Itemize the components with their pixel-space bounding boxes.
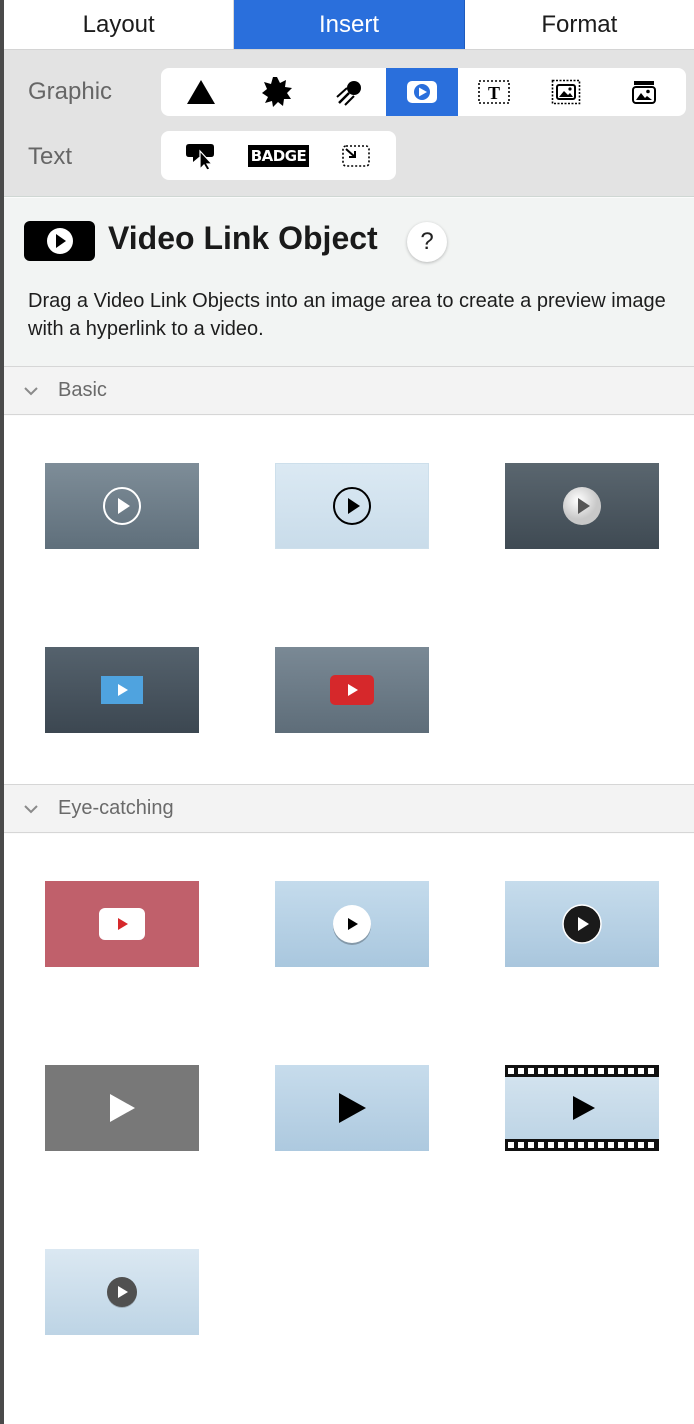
object-description: Drag a Video Link Objects into an image … [28,290,666,340]
comet-icon[interactable] [313,68,386,116]
basic-thumbnail-grid [4,416,694,784]
triangle-shape-icon[interactable] [161,68,241,116]
tab-format[interactable]: Format [465,0,694,49]
tab-insert[interactable]: Insert [234,0,465,49]
video-thumb-eye-4[interactable] [45,1065,199,1151]
section-title-eye-catching: Eye-catching [58,797,174,819]
speech-bubble-cursor-icon[interactable] [161,131,241,180]
insert-panel: Layout Insert Format Graphic T Text BADG… [0,0,694,1424]
video-thumb-eye-5[interactable] [275,1065,429,1151]
svg-text:T: T [488,83,500,103]
badge-icon[interactable]: BADGE [241,131,316,180]
text-segmented-control: BADGE [161,131,396,180]
dotted-resize-icon[interactable] [316,131,396,180]
object-header: Video Link Object ? Drag a Video Link Ob… [4,198,694,366]
chevron-down-icon [24,387,38,396]
tab-layout[interactable]: Layout [4,0,235,49]
text-box-icon[interactable]: T [458,68,530,116]
section-title-basic: Basic [58,379,107,401]
video-thumb-basic-5[interactable] [275,647,429,733]
help-button[interactable]: ? [407,222,447,262]
video-thumb-eye-2[interactable] [275,881,429,967]
video-link-icon[interactable] [386,68,458,116]
eye-catching-thumbnail-grid [4,834,694,1424]
video-thumb-basic-1[interactable] [45,463,199,549]
video-thumb-eye-1[interactable] [45,881,199,967]
text-row-label: Text [28,143,73,170]
video-thumb-eye-7[interactable] [45,1249,199,1335]
chevron-down-icon [24,805,38,814]
page-title: Video Link Object [108,220,378,256]
starburst-icon[interactable] [241,68,313,116]
graphic-segmented-control: T [161,68,686,116]
graphic-row-label: Graphic [28,78,113,105]
image-frame-icon[interactable] [530,68,602,116]
badge-label: BADGE [247,144,310,167]
insert-toolbar: Graphic T Text BADGE [4,50,694,197]
section-header-eye-catching[interactable]: Eye-catching [4,784,694,833]
video-thumb-basic-2[interactable] [275,463,429,549]
video-thumb-basic-3[interactable] [505,463,659,549]
section-header-basic[interactable]: Basic [4,366,694,415]
tab-bar: Layout Insert Format [4,0,694,50]
video-thumb-basic-4[interactable] [45,647,199,733]
video-link-icon [24,221,95,261]
video-thumb-eye-6[interactable] [505,1065,659,1151]
image-caption-icon[interactable] [602,68,686,116]
video-thumb-eye-3[interactable] [505,881,659,967]
